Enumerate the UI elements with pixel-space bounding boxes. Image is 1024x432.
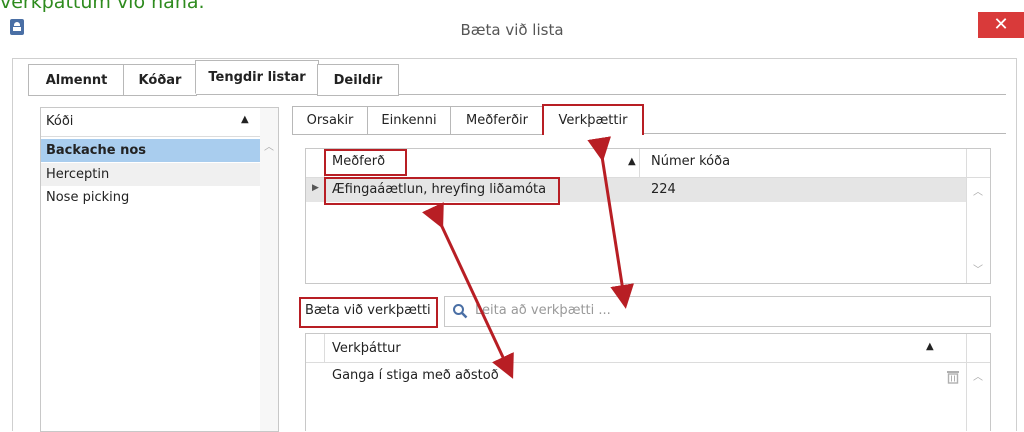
- annotation-arrows: [422, 136, 635, 379]
